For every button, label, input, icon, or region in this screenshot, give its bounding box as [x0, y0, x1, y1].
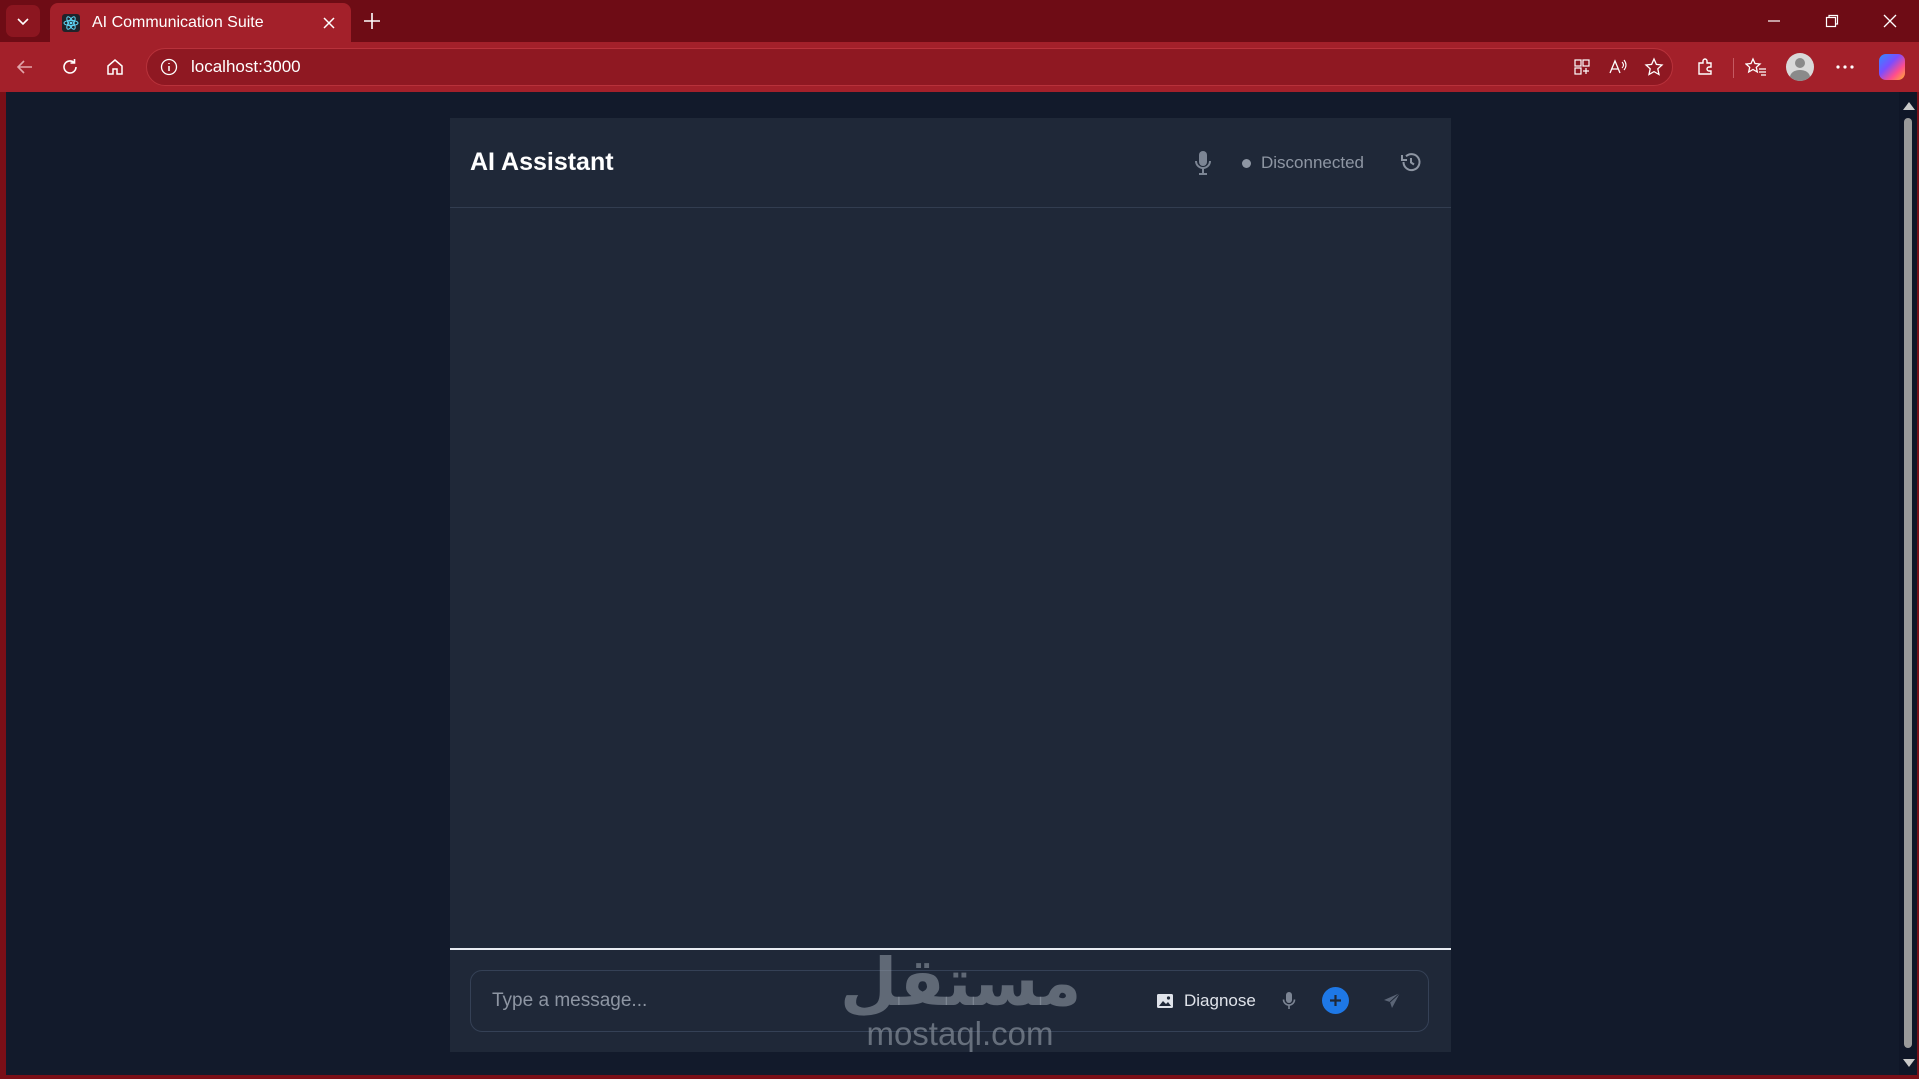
browser-tab-active[interactable]: AI Communication Suite: [50, 3, 351, 42]
diagnose-button[interactable]: Diagnose: [1156, 987, 1256, 1015]
chevron-down-icon: [17, 18, 29, 26]
arrow-left-icon: [16, 60, 32, 74]
scroll-up-arrow[interactable]: [1903, 102, 1915, 110]
connection-status: Disconnected: [1242, 152, 1364, 174]
extensions-button[interactable]: [1687, 51, 1723, 83]
close-icon: [1883, 14, 1897, 28]
browser-toolbar: localhost:3000: [0, 42, 1919, 92]
scroll-thumb[interactable]: [1904, 118, 1912, 1048]
message-input[interactable]: [472, 972, 1112, 1030]
home-icon: [107, 59, 123, 75]
home-button[interactable]: [98, 51, 132, 83]
status-text: Disconnected: [1261, 153, 1365, 172]
avatar: [1786, 53, 1814, 81]
plus-icon: [1330, 995, 1341, 1006]
reload-button[interactable]: [53, 51, 87, 83]
send-icon: [1384, 992, 1401, 1008]
site-info-icon[interactable]: [157, 55, 181, 79]
tab-list-button[interactable]: [6, 5, 40, 37]
send-button[interactable]: [1378, 987, 1406, 1015]
minimize-button[interactable]: [1745, 0, 1803, 42]
microphone-icon: [1195, 151, 1211, 175]
microphone-icon: [1282, 992, 1296, 1009]
input-divider: [450, 948, 1451, 950]
chat-header: AI Assistant Disconnected: [450, 118, 1451, 208]
browser-tab-strip: AI Communication Suite: [0, 0, 1919, 42]
image-icon: [1157, 994, 1173, 1008]
favorites-icon: [1745, 57, 1766, 76]
voice-input-button[interactable]: [1278, 988, 1300, 1014]
reload-icon: [63, 59, 77, 74]
add-attachment-button[interactable]: [1322, 987, 1349, 1014]
restore-icon: [1825, 14, 1839, 28]
new-tab-button[interactable]: [356, 7, 388, 35]
diagnose-label: Diagnose: [1184, 991, 1256, 1010]
app-available-icon[interactable]: [1564, 51, 1600, 83]
url-text[interactable]: localhost:3000: [191, 57, 1564, 77]
close-window-button[interactable]: [1861, 0, 1919, 42]
favorite-star-icon[interactable]: [1636, 51, 1672, 83]
settings-more-button[interactable]: [1827, 51, 1863, 83]
page-title: AI Assistant: [470, 148, 614, 176]
read-aloud-icon[interactable]: [1600, 51, 1636, 83]
scroll-down-arrow[interactable]: [1903, 1059, 1915, 1067]
more-horizontal-icon: [1836, 65, 1854, 69]
restore-button[interactable]: [1803, 0, 1861, 42]
chat-panel: AI Assistant Disconnected Diagnose: [450, 118, 1451, 1052]
close-icon: [323, 16, 335, 29]
vertical-scrollbar[interactable]: [1899, 92, 1917, 1075]
message-composer: Diagnose: [470, 970, 1429, 1032]
tab-title: AI Communication Suite: [92, 13, 264, 31]
status-dot: [1242, 158, 1251, 168]
message-list[interactable]: [450, 209, 1451, 906]
profile-button[interactable]: [1782, 51, 1818, 83]
copilot-icon: [1879, 54, 1905, 80]
plus-icon: [364, 13, 380, 29]
react-logo-icon: [62, 13, 80, 32]
copilot-button[interactable]: [1874, 51, 1910, 83]
history-icon: [1401, 153, 1421, 172]
voice-button[interactable]: [1188, 146, 1218, 180]
tab-close-button[interactable]: [317, 11, 341, 35]
history-button[interactable]: [1394, 145, 1428, 179]
favorites-button[interactable]: [1738, 51, 1774, 83]
toolbar-separator: [1733, 58, 1734, 78]
back-button[interactable]: [8, 51, 42, 83]
puzzle-icon: [1698, 58, 1712, 75]
minimize-icon: [1768, 20, 1780, 22]
address-bar[interactable]: localhost:3000: [146, 48, 1673, 86]
